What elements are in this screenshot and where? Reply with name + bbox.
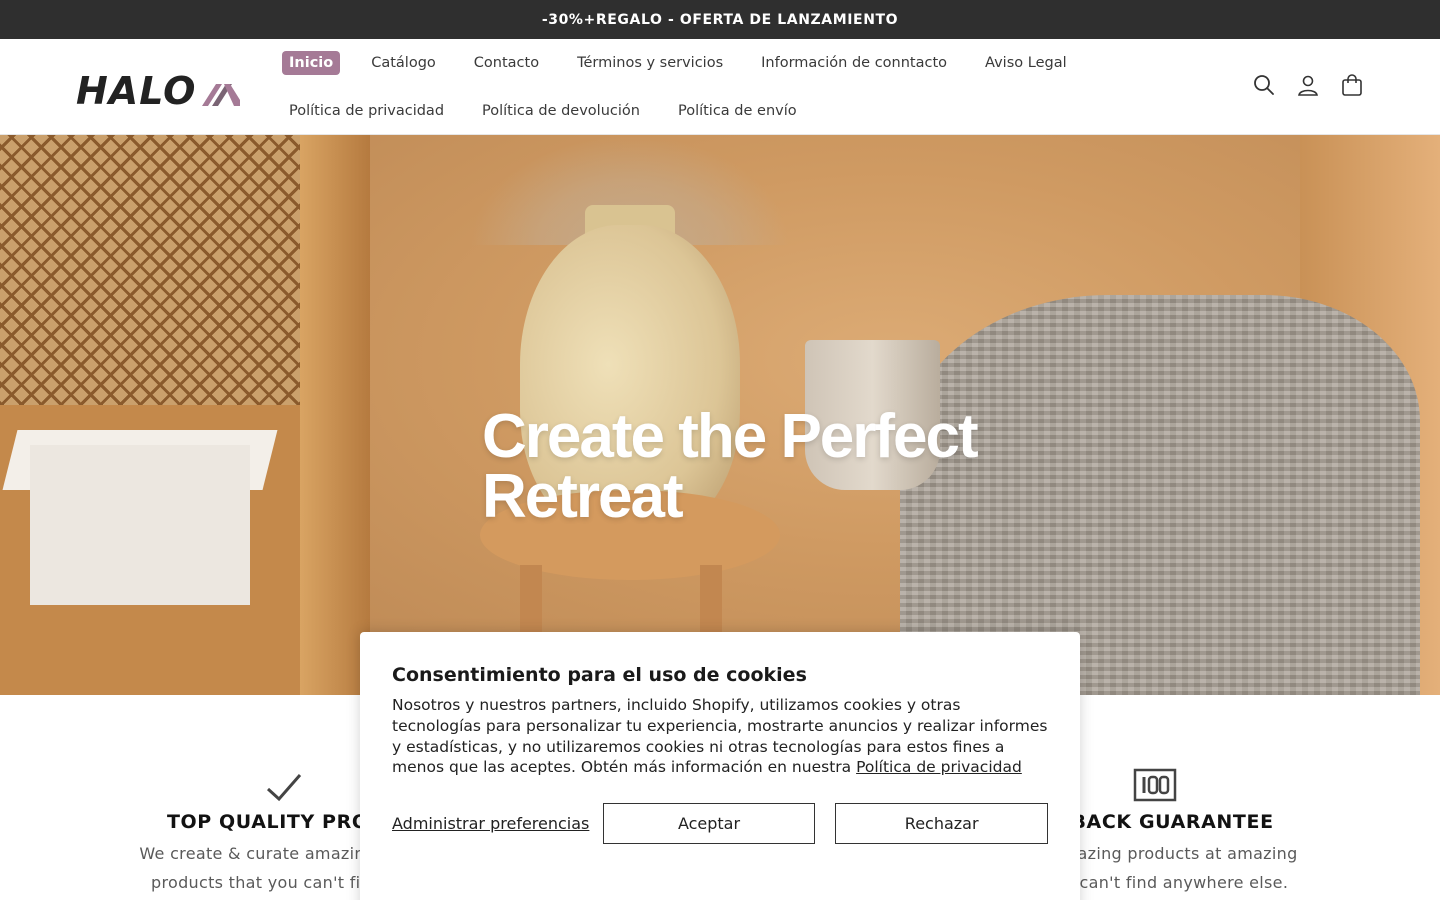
logo[interactable]: HALO bbox=[76, 69, 241, 113]
logo-text: HALO bbox=[76, 69, 197, 113]
nav-catalogo[interactable]: Catálogo bbox=[364, 51, 443, 75]
cookie-consent-dialog: Consentimiento para el uso de cookies No… bbox=[360, 632, 1080, 900]
nav-politica-devolucion[interactable]: Política de devolución bbox=[475, 99, 647, 123]
privacy-policy-link[interactable]: Política de privacidad bbox=[856, 758, 1022, 776]
main-nav-row-1: Inicio Catálogo Contacto Términos y serv… bbox=[282, 51, 1098, 75]
hero-title-line-2: Retreat bbox=[482, 462, 684, 531]
accept-button[interactable]: Aceptar bbox=[602, 803, 816, 845]
nav-contacto[interactable]: Contacto bbox=[467, 51, 546, 75]
hero-box bbox=[30, 445, 250, 605]
cookie-actions: Administrar preferencias Aceptar Rechaza… bbox=[392, 803, 1049, 845]
cookie-body: Nosotros y nuestros partners, incluido S… bbox=[392, 695, 1048, 778]
manage-preferences-link[interactable]: Administrar preferencias bbox=[392, 814, 602, 833]
hero-title-line-1: Create the Perfect bbox=[482, 402, 979, 471]
logo-mark-icon bbox=[202, 84, 241, 106]
nav-politica-privacidad[interactable]: Política de privacidad bbox=[282, 99, 451, 123]
announcement-bar: -30%+REGALO - OFERTA DE LANZAMIENTO bbox=[0, 0, 1440, 39]
hero-rattan-panel bbox=[0, 135, 340, 405]
cart-icon[interactable] bbox=[1340, 73, 1364, 97]
main-nav-row-2: Política de privacidad Política de devol… bbox=[282, 99, 828, 123]
cookie-title: Consentimiento para el uso de cookies bbox=[392, 664, 807, 686]
nav-informacion-contacto[interactable]: Información de conntacto bbox=[754, 51, 954, 75]
header-icons bbox=[1252, 73, 1364, 97]
hero-cabinet-side bbox=[300, 135, 370, 695]
site-header: HALO Inicio Catálogo Contacto Términos y… bbox=[0, 39, 1440, 135]
reject-button[interactable]: Rechazar bbox=[835, 803, 1049, 845]
hero-title: Create the Perfect Retreat bbox=[482, 402, 1082, 531]
nav-politica-envio[interactable]: Política de envío bbox=[671, 99, 804, 123]
nav-inicio[interactable]: Inicio bbox=[282, 51, 341, 75]
announcement-text: -30%+REGALO - OFERTA DE LANZAMIENTO bbox=[541, 11, 899, 28]
search-icon[interactable] bbox=[1252, 73, 1276, 97]
nav-terminos[interactable]: Términos y servicios bbox=[570, 51, 730, 75]
account-icon[interactable] bbox=[1296, 73, 1320, 97]
nav-aviso-legal[interactable]: Aviso Legal bbox=[978, 51, 1074, 75]
hero-banner: Create the Perfect Retreat bbox=[0, 135, 1440, 695]
